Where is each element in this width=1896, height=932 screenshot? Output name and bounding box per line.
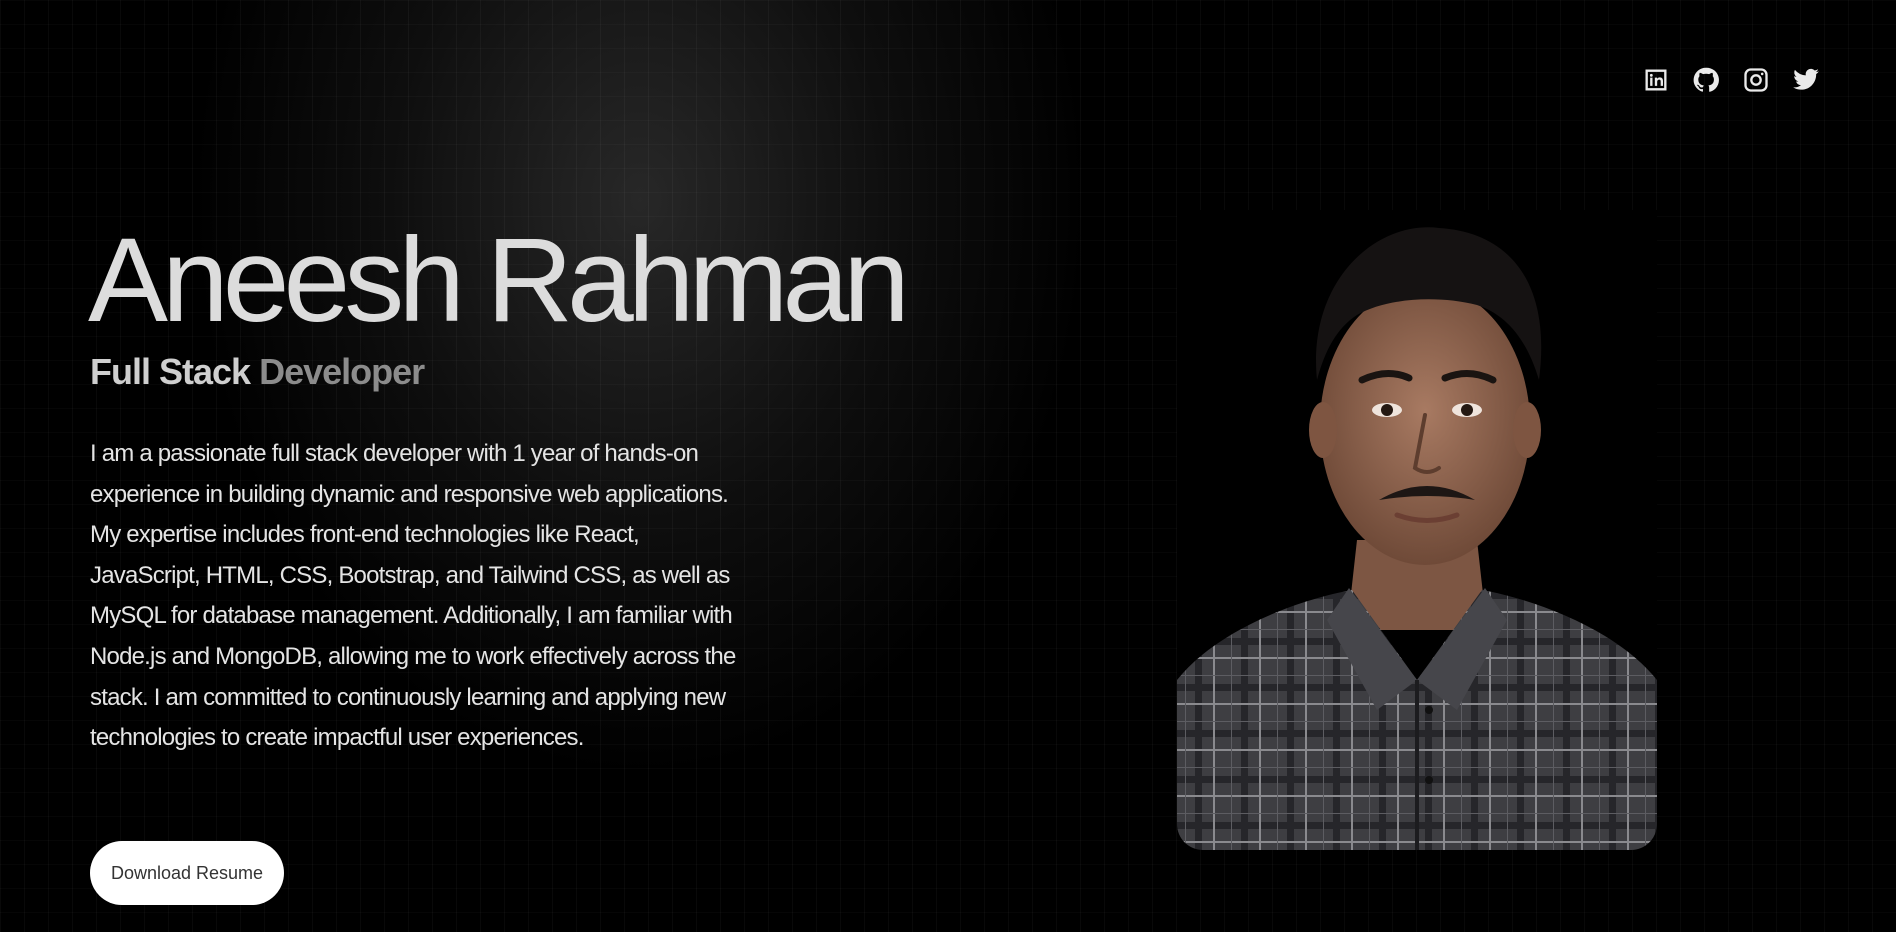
twitter-link[interactable] bbox=[1792, 66, 1820, 94]
hero-role: Full Stack Developer bbox=[90, 350, 425, 394]
instagram-link[interactable] bbox=[1742, 66, 1770, 94]
hero-role-secondary: Developer bbox=[259, 351, 425, 392]
github-icon bbox=[1693, 67, 1719, 92]
social-links bbox=[1642, 66, 1820, 94]
linkedin-icon bbox=[1645, 69, 1667, 91]
profile-photo bbox=[1177, 210, 1657, 850]
twitter-icon bbox=[1793, 68, 1819, 90]
profile-photo-illustration bbox=[1177, 210, 1657, 850]
hero-bio: I am a passionate full stack developer w… bbox=[90, 440, 736, 752]
portfolio-hero: Aneesh Rahman Full Stack Developer I am … bbox=[0, 0, 1896, 932]
hero-name: Aneesh Rahman bbox=[88, 213, 910, 347]
download-resume-button[interactable]: Download Resume bbox=[90, 841, 284, 905]
instagram-icon bbox=[1744, 68, 1768, 92]
linkedin-link[interactable] bbox=[1642, 66, 1670, 94]
hero-role-primary: Full Stack bbox=[90, 351, 251, 392]
github-link[interactable] bbox=[1692, 66, 1720, 94]
